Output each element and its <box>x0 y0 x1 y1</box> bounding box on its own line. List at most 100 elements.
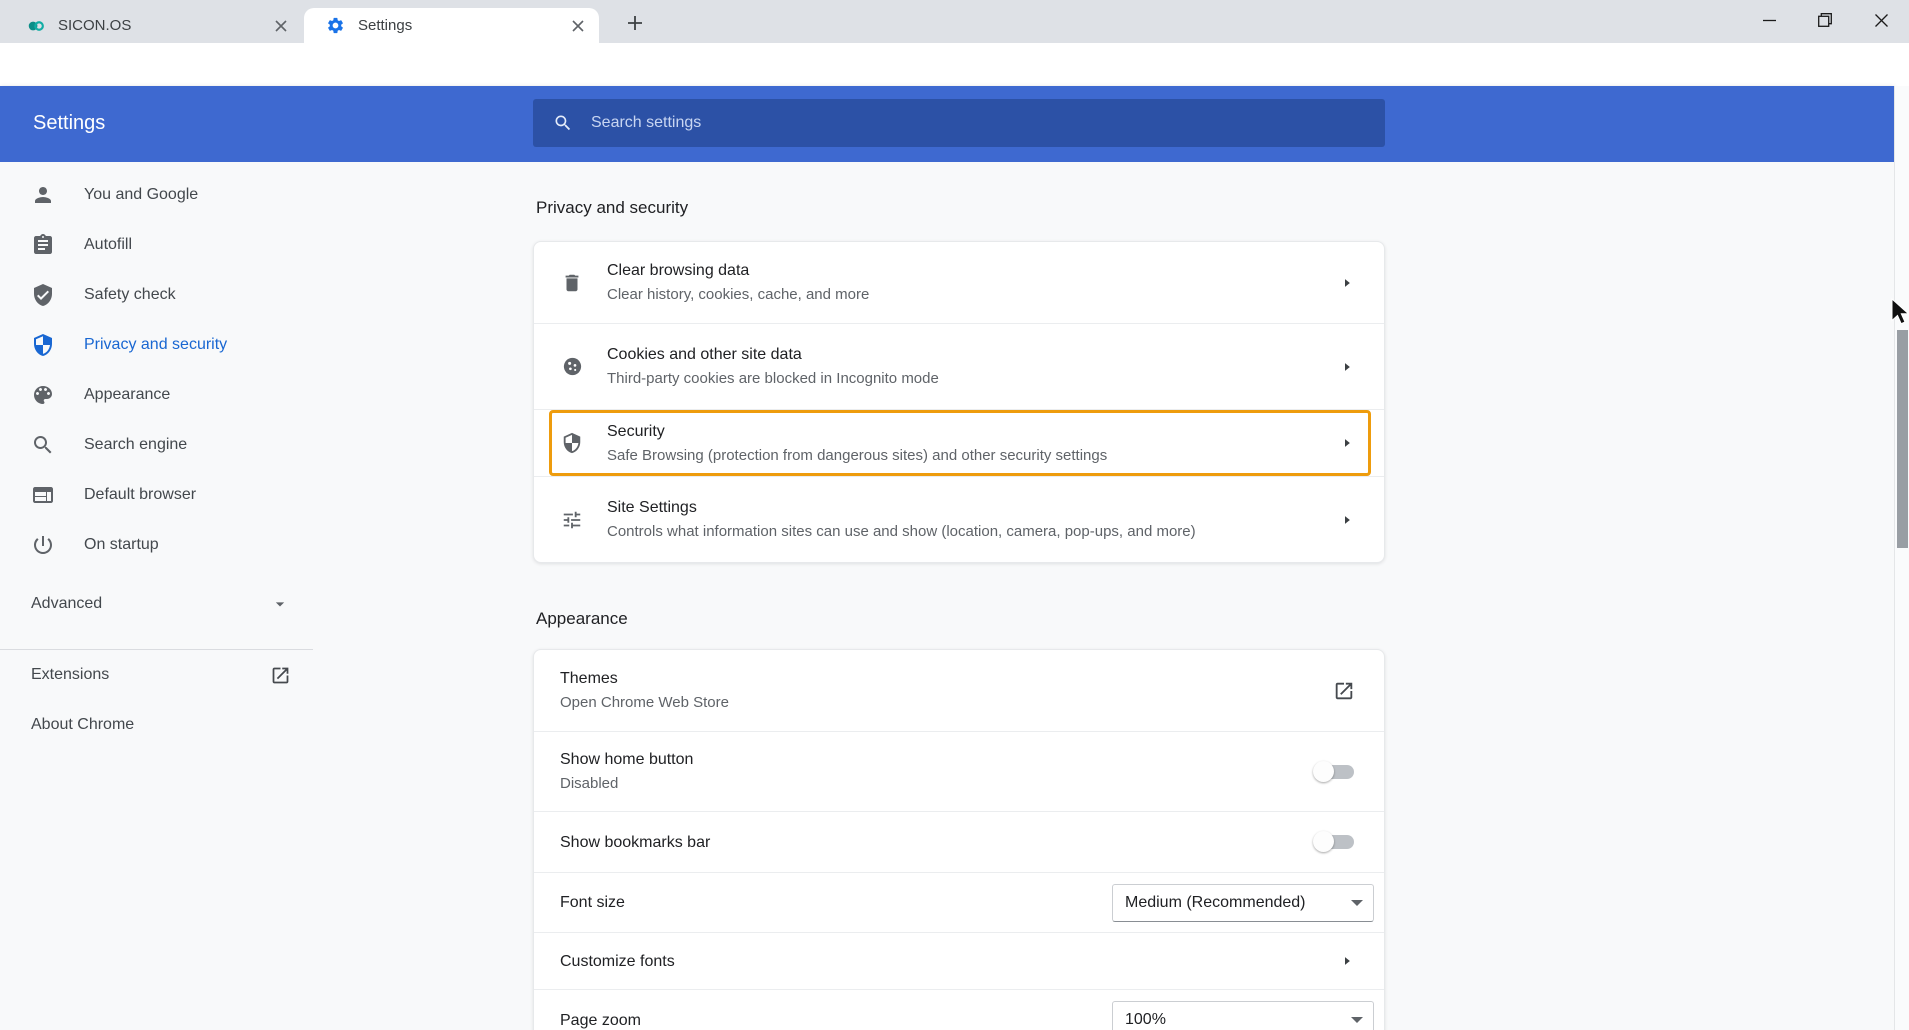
row-title: Show home button <box>560 748 693 771</box>
sidebar-item-label: Privacy and security <box>84 336 227 354</box>
row-subtitle: Controls what information sites can use … <box>607 521 1196 543</box>
toggle-knob <box>1313 761 1334 782</box>
cookie-icon <box>561 355 585 378</box>
show-home-button-row: Show home button Disabled <box>534 731 1384 811</box>
sidebar-item-label: Default browser <box>84 486 196 504</box>
browser-toolbar: Chrome | chrome://settings/privacy S <box>0 43 1909 86</box>
settings-sidebar: You and Google Autofill Safety check Pri… <box>0 170 313 750</box>
trash-icon <box>561 272 585 294</box>
chevron-down-icon <box>270 594 290 614</box>
appearance-card: Themes Open Chrome Web Store Show home b… <box>533 649 1385 1030</box>
page-scrollbar[interactable] <box>1894 86 1909 1030</box>
sidebar-item-default-browser[interactable]: Default browser <box>0 470 313 520</box>
row-title: Clear browsing data <box>607 259 869 282</box>
settings-page: You and Google Autofill Safety check Pri… <box>0 162 1894 1030</box>
appearance-section-heading: Appearance <box>536 607 628 631</box>
privacy-section-heading: Privacy and security <box>536 196 688 220</box>
tab-sicon-os[interactable]: SICON.OS <box>10 8 302 43</box>
settings-search-box[interactable] <box>533 99 1385 147</box>
privacy-card: Clear browsing data Clear history, cooki… <box>533 241 1385 563</box>
chevron-down-icon <box>1351 900 1363 906</box>
site-settings-row[interactable]: Site Settings Controls what information … <box>534 476 1384 562</box>
sidebar-advanced-toggle[interactable]: Advanced <box>0 579 313 629</box>
sidebar-item-label: Appearance <box>84 386 170 404</box>
clear-browsing-data-row[interactable]: Clear browsing data Clear history, cooki… <box>534 242 1384 323</box>
sidebar-item-label: On startup <box>84 536 159 554</box>
chevron-right-icon <box>1339 953 1355 969</box>
chevron-right-icon <box>1339 435 1355 451</box>
page-zoom-select[interactable]: 100% <box>1112 1001 1374 1030</box>
sidebar-item-extensions[interactable]: Extensions <box>0 650 313 700</box>
tab-settings[interactable]: Settings <box>304 8 599 43</box>
shield-half-icon <box>561 432 585 454</box>
customize-fonts-row[interactable]: Customize fonts <box>534 932 1384 989</box>
row-subtitle: Safe Browsing (protection from dangerous… <box>607 445 1107 467</box>
chevron-right-icon <box>1339 512 1355 528</box>
page-zoom-row: Page zoom 100% <box>534 989 1384 1030</box>
sidebar-item-label: Search engine <box>84 436 187 454</box>
row-subtitle: Disabled <box>560 773 693 795</box>
row-title: Themes <box>560 667 729 690</box>
show-bookmarks-bar-row: Show bookmarks bar <box>534 811 1384 872</box>
row-title: Customize fonts <box>560 950 675 973</box>
clipboard-icon <box>31 233 55 257</box>
font-size-select[interactable]: Medium (Recommended) <box>1112 884 1374 922</box>
window-controls <box>1741 0 1909 40</box>
sidebar-item-label: Autofill <box>84 236 132 254</box>
sidebar-item-on-startup[interactable]: On startup <box>0 520 313 570</box>
person-icon <box>31 183 55 207</box>
settings-header: Settings <box>0 86 1894 162</box>
row-title: Font size <box>560 891 625 914</box>
row-subtitle: Third-party cookies are blocked in Incog… <box>607 368 939 390</box>
tab-strip: SICON.OS Settings <box>0 0 1909 43</box>
tab-title: SICON.OS <box>58 17 272 34</box>
tab-close-icon[interactable] <box>569 17 587 35</box>
security-shield-icon <box>31 333 55 357</box>
external-link-icon <box>1333 680 1355 702</box>
settings-content: Privacy and security Clear browsing data… <box>533 162 1385 1030</box>
row-subtitle: Open Chrome Web Store <box>560 692 729 714</box>
themes-row[interactable]: Themes Open Chrome Web Store <box>534 650 1384 731</box>
sidebar-item-appearance[interactable]: Appearance <box>0 370 313 420</box>
chevron-down-icon <box>1351 1017 1363 1023</box>
mouse-cursor <box>1891 298 1909 326</box>
row-title: Show bookmarks bar <box>560 831 710 854</box>
settings-search-input[interactable] <box>589 113 1233 133</box>
extensions-label: Extensions <box>31 666 109 684</box>
row-title: Site Settings <box>607 496 1196 519</box>
advanced-label: Advanced <box>31 595 102 613</box>
restore-button[interactable] <box>1797 0 1853 40</box>
shield-check-icon <box>31 283 55 307</box>
sidebar-item-privacy-and-security[interactable]: Privacy and security <box>0 320 313 370</box>
sidebar-item-label: You and Google <box>84 186 198 204</box>
tune-icon <box>561 509 585 531</box>
sidebar-item-safety-check[interactable]: Safety check <box>0 270 313 320</box>
tab-title: Settings <box>358 17 569 34</box>
page-title: Settings <box>33 112 105 135</box>
row-subtitle: Clear history, cookies, cache, and more <box>607 284 869 306</box>
security-row[interactable]: Security Safe Browsing (protection from … <box>534 409 1384 476</box>
new-tab-button[interactable] <box>621 9 649 37</box>
browser-window-icon <box>31 483 55 507</box>
minimize-button[interactable] <box>1741 0 1797 40</box>
sidebar-item-about-chrome[interactable]: About Chrome <box>0 700 313 750</box>
sidebar-item-search-engine[interactable]: Search engine <box>0 420 313 470</box>
select-value: Medium (Recommended) <box>1125 894 1306 912</box>
palette-icon <box>31 383 55 407</box>
font-size-row: Font size Medium (Recommended) <box>534 872 1384 932</box>
cookies-row[interactable]: Cookies and other site data Third-party … <box>534 323 1384 409</box>
sidebar-item-you-and-google[interactable]: You and Google <box>0 170 313 220</box>
sidebar-item-autofill[interactable]: Autofill <box>0 220 313 270</box>
search-icon <box>553 113 573 133</box>
external-link-icon <box>270 665 291 686</box>
sicon-favicon-icon <box>26 16 46 36</box>
select-value: 100% <box>1125 1011 1166 1029</box>
row-title: Cookies and other site data <box>607 343 939 366</box>
chevron-right-icon <box>1339 359 1355 375</box>
gear-favicon-icon <box>326 16 346 36</box>
close-window-button[interactable] <box>1853 0 1909 40</box>
show-bookmarks-bar-toggle[interactable] <box>1316 835 1354 849</box>
show-home-button-toggle[interactable] <box>1316 765 1354 779</box>
scrollbar-thumb[interactable] <box>1897 330 1908 548</box>
tab-close-icon[interactable] <box>272 17 290 35</box>
